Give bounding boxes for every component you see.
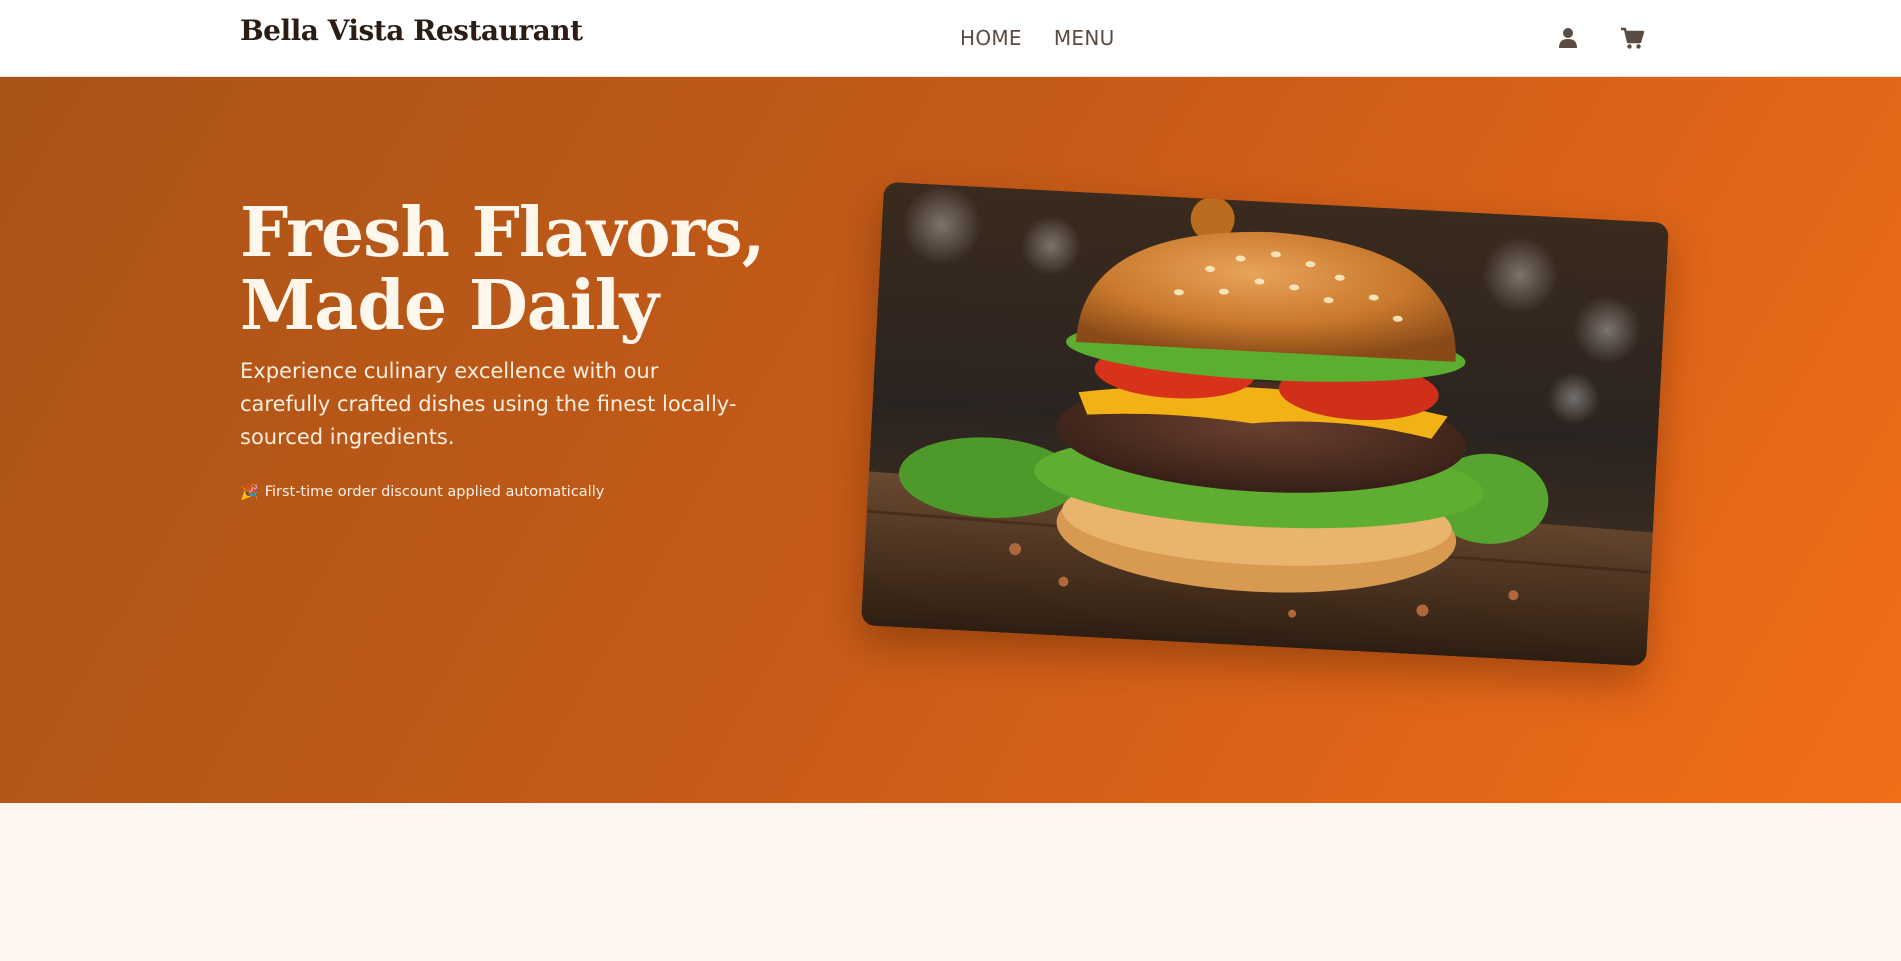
page-content-area	[0, 803, 1901, 961]
party-popper-icon: 🎉	[240, 483, 259, 501]
main-nav: HOME MENU	[960, 26, 1115, 50]
discount-note-text: First-time order discount applied automa…	[264, 484, 605, 500]
discount-note: 🎉 First-time order discount applied auto…	[240, 483, 740, 501]
brand-logo-text[interactable]: Bella Vista Restaurant	[240, 14, 583, 47]
hero-title-line-1: Fresh Flavors,	[240, 193, 765, 273]
nav-menu-link[interactable]: MENU	[1054, 26, 1115, 50]
hero-subtitle: Experience culinary excellence with our …	[240, 359, 737, 449]
hero-section: Fresh Flavors, Made Daily Experience cul…	[0, 77, 1901, 803]
hero-title-line-2: Made Daily	[240, 266, 659, 346]
site-header: Bella Vista Restaurant HOME MENU	[0, 0, 1901, 77]
burger-photo	[860, 181, 1670, 667]
nav-home-link[interactable]: HOME	[960, 26, 1022, 50]
user-icon[interactable]	[1554, 24, 1582, 52]
hero-title: Fresh Flavors, Made Daily	[240, 197, 800, 343]
cart-icon[interactable]	[1618, 24, 1646, 52]
